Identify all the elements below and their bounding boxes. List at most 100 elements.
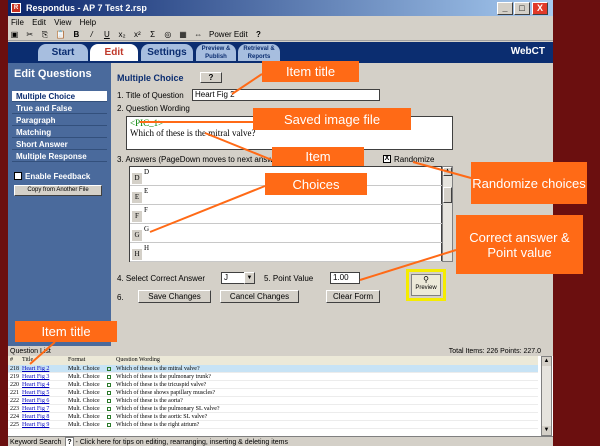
sidebar-item-multiple-response[interactable]: Multiple Response xyxy=(12,151,107,162)
help-icon[interactable]: ? xyxy=(254,28,263,41)
row-format: Mult. Choice xyxy=(68,398,100,404)
choice-row[interactable]: F F xyxy=(130,205,443,224)
row-title-link[interactable]: Heart Fig 3 xyxy=(22,373,49,381)
save-icon[interactable]: ▣ xyxy=(10,28,19,41)
status-bar: Keyword Search ? - Click here for tips o… xyxy=(8,436,553,446)
tab-settings[interactable]: Settings xyxy=(141,44,193,61)
column-wording[interactable]: Question Wording xyxy=(116,356,160,365)
maximize-button[interactable]: □ xyxy=(514,2,530,15)
row-title-link[interactable]: Heart Fig 5 xyxy=(22,389,49,397)
sidebar-item-paragraph[interactable]: Paragraph xyxy=(12,115,107,126)
copy-from-file-button[interactable]: Copy from Another File xyxy=(14,185,102,196)
keyword-search-button[interactable]: Keyword Search xyxy=(8,439,61,446)
table-row[interactable]: 222 Heart Fig 6 Mult. Choice Which of these… xyxy=(8,397,538,405)
enable-feedback-label: Enable Feedback xyxy=(25,172,91,181)
row-title-link[interactable]: Heart Fig 9 xyxy=(22,421,49,429)
paste-icon[interactable]: 📋 xyxy=(56,28,66,41)
minimize-button[interactable]: _ xyxy=(497,2,513,15)
choices-scrollbar[interactable]: ▲ xyxy=(442,166,453,262)
link-icon[interactable]: ⇔ xyxy=(194,28,203,41)
clear-form-button[interactable]: Clear Form xyxy=(326,290,380,303)
power-edit-button[interactable]: Power Edit xyxy=(209,28,248,41)
cut-icon[interactable]: ✂ xyxy=(25,28,34,41)
close-button[interactable]: X xyxy=(532,2,548,15)
menu-help[interactable]: Help xyxy=(80,18,96,27)
row-wording: Which of these shows papillary muscles? xyxy=(116,390,216,396)
choice-row[interactable]: G G xyxy=(130,224,443,243)
scroll-up-icon[interactable]: ▲ xyxy=(542,357,551,366)
save-changes-button[interactable]: Save Changes xyxy=(138,290,211,303)
choice-text[interactable]: D xyxy=(144,168,149,176)
table-row[interactable]: 221 Heart Fig 5 Mult. Choice Which of these… xyxy=(8,389,538,397)
italic-button[interactable]: / xyxy=(87,28,96,41)
row-format: Mult. Choice xyxy=(68,406,100,412)
row-title-link[interactable]: Heart Fig 2 xyxy=(22,365,49,373)
tab-preview-publish[interactable]: Preview & Publish xyxy=(196,44,236,61)
media-icon[interactable]: ◎ xyxy=(163,28,172,41)
preview-button[interactable]: ⚲ Preview xyxy=(411,274,441,296)
row-title-link[interactable]: Heart Fig 4 xyxy=(22,381,49,389)
underline-button[interactable]: U xyxy=(102,28,111,41)
row-title-link[interactable]: Heart Fig 8 xyxy=(22,413,49,421)
menu-view[interactable]: View xyxy=(54,18,71,27)
sidebar-item-matching[interactable]: Matching xyxy=(12,127,107,138)
table-row[interactable]: 219 Heart Fig 3 Mult. Choice Which of these… xyxy=(8,373,538,381)
row-title-link[interactable]: Heart Fig 6 xyxy=(22,397,49,405)
column-number[interactable]: # xyxy=(10,356,13,365)
row-wording: Which of these is the mitral valve? xyxy=(116,366,200,372)
point-value-label: 5. Point Value xyxy=(264,274,314,283)
randomize-checkbox[interactable]: X xyxy=(383,155,391,163)
menu-edit[interactable]: Edit xyxy=(32,18,46,27)
choice-text[interactable]: G xyxy=(144,225,149,233)
title-input[interactable]: Heart Fig 2 xyxy=(192,89,380,101)
tab-edit[interactable]: Edit xyxy=(90,44,138,61)
column-title[interactable]: Title xyxy=(22,356,33,365)
row-format: Mult. Choice xyxy=(68,374,100,380)
tab-start[interactable]: Start xyxy=(38,44,88,61)
symbol-icon[interactable]: Σ xyxy=(148,28,157,41)
tips-link[interactable]: - Click here for tips on editing, rearra… xyxy=(76,439,288,446)
cancel-changes-button[interactable]: Cancel Changes xyxy=(220,290,299,303)
row-number: 221 xyxy=(10,390,19,396)
subscript-button[interactable]: x₂ xyxy=(118,28,127,41)
enable-feedback[interactable]: Enable Feedback xyxy=(14,172,111,181)
table-row[interactable]: 225 Heart Fig 9 Mult. Choice Which of these… xyxy=(8,421,538,429)
preview-highlight: ⚲ Preview xyxy=(406,269,446,301)
table-icon[interactable]: ▦ xyxy=(179,28,188,41)
tab-retrieval-reports[interactable]: Retrieval & Reports xyxy=(238,44,280,61)
chevron-down-icon[interactable]: ▼ xyxy=(244,272,255,284)
help-button[interactable]: ? xyxy=(200,72,222,83)
row-status-icon xyxy=(107,399,111,403)
choice-text[interactable]: F xyxy=(144,206,148,214)
point-value-input[interactable]: 1.00 xyxy=(330,272,360,284)
format-toolbar: ▣ ✂ ⎘ 📋 B / U x₂ x² Σ ◎ ▦ ⇔ Power Edit ? xyxy=(8,28,553,41)
scroll-thumb[interactable] xyxy=(443,187,452,203)
scroll-down-icon[interactable]: ▼ xyxy=(542,426,551,435)
preview-label: Preview xyxy=(415,285,437,291)
column-format[interactable]: Format xyxy=(68,356,85,365)
scroll-up-icon[interactable]: ▲ xyxy=(443,167,452,176)
table-row[interactable]: 218 Heart Fig 2 Mult. Choice Which of these… xyxy=(8,365,538,373)
choice-text[interactable]: E xyxy=(144,187,148,195)
title-bar[interactable]: R Respondus - AP 7 Test 2.rsp _ □ X xyxy=(8,0,553,16)
menu-file[interactable]: File xyxy=(11,18,24,27)
row-title-link[interactable]: Heart Fig 7 xyxy=(22,405,49,413)
sidebar-item-true-false[interactable]: True and False xyxy=(12,103,107,114)
table-row[interactable]: 223 Heart Fig 7 Mult. Choice Which of these… xyxy=(8,405,538,413)
superscript-button[interactable]: x² xyxy=(133,28,142,41)
question-list-scrollbar[interactable]: ▲ ▼ xyxy=(541,356,552,436)
choice-row[interactable]: H H xyxy=(130,243,443,262)
table-row[interactable]: 224 Heart Fig 8 Mult. Choice Which of these… xyxy=(8,413,538,421)
choice-text[interactable]: H xyxy=(144,244,149,252)
row-status-icon xyxy=(107,375,111,379)
enable-feedback-checkbox[interactable] xyxy=(14,172,22,180)
row-format: Mult. Choice xyxy=(68,422,100,428)
bold-button[interactable]: B xyxy=(72,28,81,41)
question-list-title: Question List xyxy=(10,348,51,355)
sidebar-item-short-answer[interactable]: Short Answer xyxy=(12,139,107,150)
copy-icon[interactable]: ⎘ xyxy=(40,28,49,41)
screenshot-stage: R Respondus - AP 7 Test 2.rsp _ □ X File… xyxy=(0,0,600,446)
table-row[interactable]: 220 Heart Fig 4 Mult. Choice Which of these… xyxy=(8,381,538,389)
help-icon[interactable]: ? xyxy=(65,437,74,446)
sidebar-item-multiple-choice[interactable]: Multiple Choice xyxy=(12,91,107,102)
